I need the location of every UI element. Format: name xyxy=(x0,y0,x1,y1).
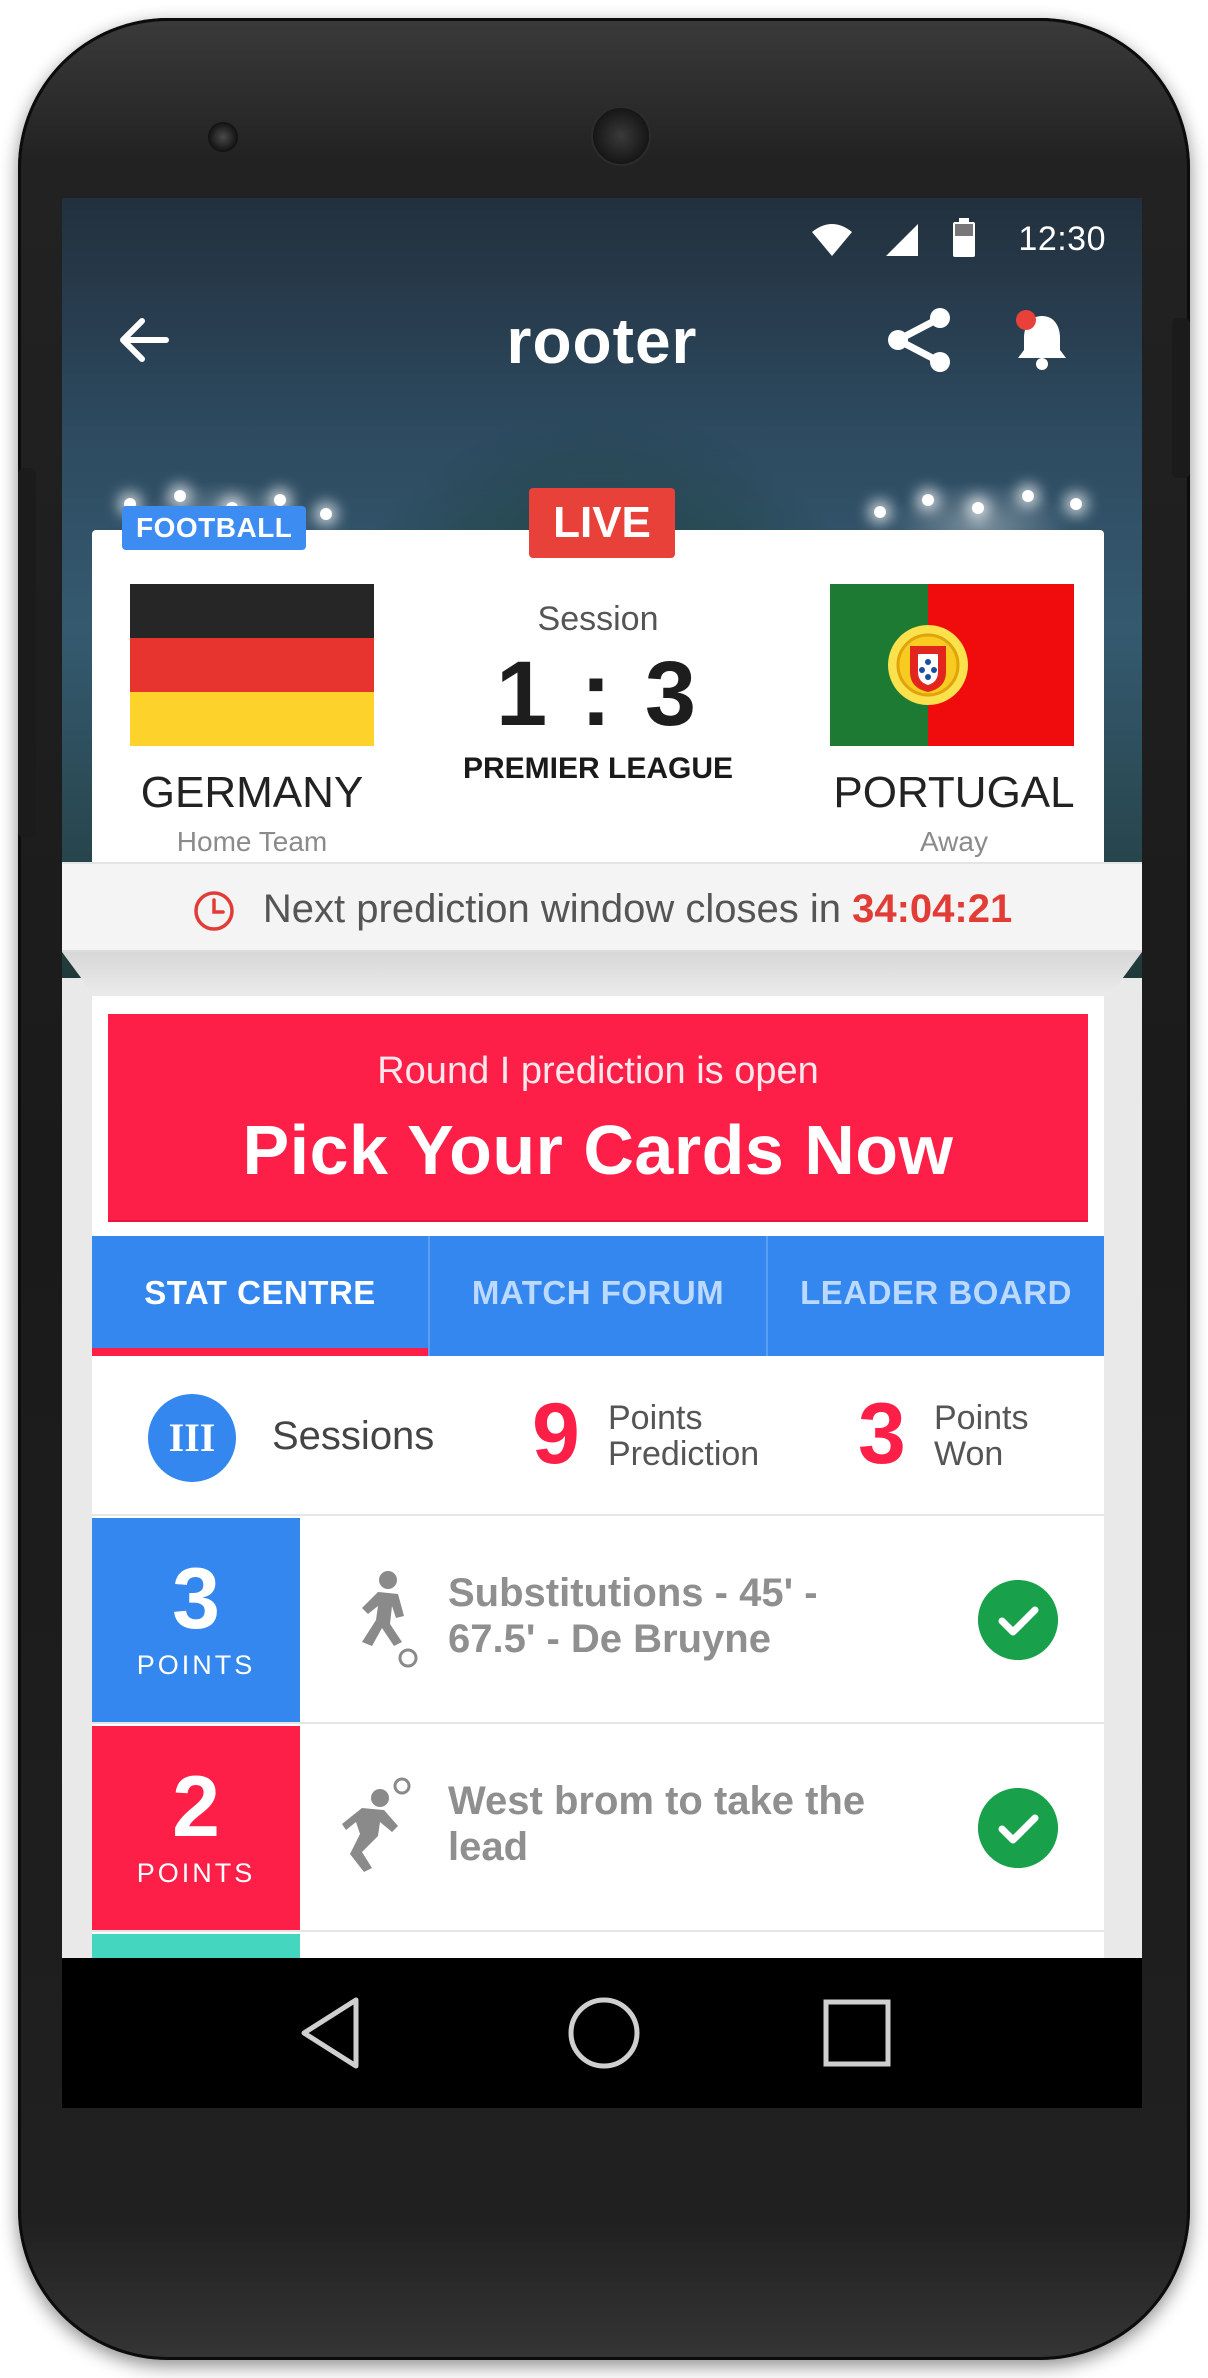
app-screen: 12:30 rooter FOOTBALL LIVE Session 1: 3… xyxy=(62,198,1142,1958)
player-header-icon xyxy=(342,1777,411,1872)
home-team-role: Home Team xyxy=(176,826,328,857)
sessions-label: Sessions xyxy=(272,1414,435,1458)
session-number-badge: III xyxy=(148,1394,236,1482)
away-team-role: Away xyxy=(920,826,988,857)
points-value: 2 xyxy=(172,1759,220,1855)
won-points-label: Points Won xyxy=(934,1399,1029,1473)
session-label: Session xyxy=(537,600,659,638)
prediction-points-label: Points Prediction xyxy=(608,1399,760,1473)
points-label: POINTS xyxy=(136,1858,256,1888)
power-button[interactable] xyxy=(1172,318,1190,478)
points-box: 2 POINTS xyxy=(92,1726,300,1930)
match-score-card[interactable]: FOOTBALL LIVE Session 1 : 3 PREMIER LEAG… xyxy=(92,488,1104,862)
status-bar: 12:30 xyxy=(62,198,1142,274)
clock-icon xyxy=(194,891,234,932)
wifi-icon xyxy=(812,224,852,256)
points-box xyxy=(92,1934,300,1958)
match-score: 1 : 3 xyxy=(495,643,701,745)
volume-button[interactable] xyxy=(18,468,36,838)
points-label: POINTS xyxy=(136,1650,256,1680)
cellular-signal-icon xyxy=(886,224,918,256)
prediction-row[interactable] xyxy=(92,1934,1104,1958)
countdown-timer: 34:04:21 xyxy=(852,887,1013,931)
points-box: 3 POINTS xyxy=(92,1518,300,1722)
portugal-flag-icon xyxy=(830,584,1074,746)
prediction-window-banner: Next prediction window closes in 34:04:2… xyxy=(62,862,1142,952)
rooter-logo: rooter xyxy=(506,305,698,377)
tab-bar: STAT CENTRE MATCH FORUM LEADER BOARD xyxy=(92,1236,1104,1356)
battery-icon xyxy=(953,218,975,257)
front-camera xyxy=(208,122,238,152)
notification-bell-icon[interactable] xyxy=(1008,306,1076,374)
league-name: PREMIER LEAGUE xyxy=(462,752,734,785)
live-badge: LIVE xyxy=(529,488,675,558)
pick-cards-button[interactable]: Round I prediction is open Pick Your Car… xyxy=(108,1014,1088,1220)
prediction-window-text: Next prediction window closes in xyxy=(262,887,841,931)
earpiece-speaker xyxy=(591,106,651,166)
prediction-row[interactable]: 2 POINTS West brom to take the lead xyxy=(92,1726,1104,1932)
germany-flag-icon xyxy=(130,584,374,746)
won-points-value: 3 xyxy=(858,1386,906,1482)
player-running-icon xyxy=(362,1571,418,1668)
pick-cards-title: Pick Your Cards Now xyxy=(242,1111,954,1189)
away-team-name: PORTUGAL xyxy=(833,768,1075,817)
home-team-name: GERMANY xyxy=(140,768,364,817)
back-nav-icon[interactable] xyxy=(290,1988,380,2078)
prediction-text: West brom to take the lead xyxy=(448,1779,866,1869)
home-nav-icon[interactable] xyxy=(559,1988,649,2078)
check-icon xyxy=(978,1580,1058,1660)
sport-badge: FOOTBALL xyxy=(122,506,307,550)
banner-fold xyxy=(62,952,1142,996)
clock-time: 12:30 xyxy=(1018,220,1106,258)
tab-match-forum[interactable]: MATCH FORUM xyxy=(430,1236,768,1356)
navigation-bar xyxy=(62,1958,1142,2108)
recents-nav-icon[interactable] xyxy=(812,1988,902,2078)
points-value: 3 xyxy=(172,1551,220,1647)
prediction-text: Substitutions - 45' - 67.5' - De Bruyne xyxy=(448,1571,818,1661)
tab-stat-centre[interactable]: STAT CENTRE xyxy=(92,1236,430,1356)
prediction-row[interactable]: 3 POINTS Substitutions - 45' - 67.5' - D… xyxy=(92,1518,1104,1724)
main-content: Round I prediction is open Pick Your Car… xyxy=(92,996,1104,1958)
tab-leader-board[interactable]: LEADER BOARD xyxy=(768,1236,1104,1356)
round-status-text: Round I prediction is open xyxy=(377,1050,819,1092)
check-icon xyxy=(978,1788,1058,1868)
prediction-points-value: 9 xyxy=(532,1386,580,1482)
app-bar: rooter xyxy=(62,274,1142,414)
share-icon[interactable] xyxy=(884,304,956,376)
stats-summary: III Sessions 9 Points Prediction 3 Point… xyxy=(92,1356,1104,1516)
